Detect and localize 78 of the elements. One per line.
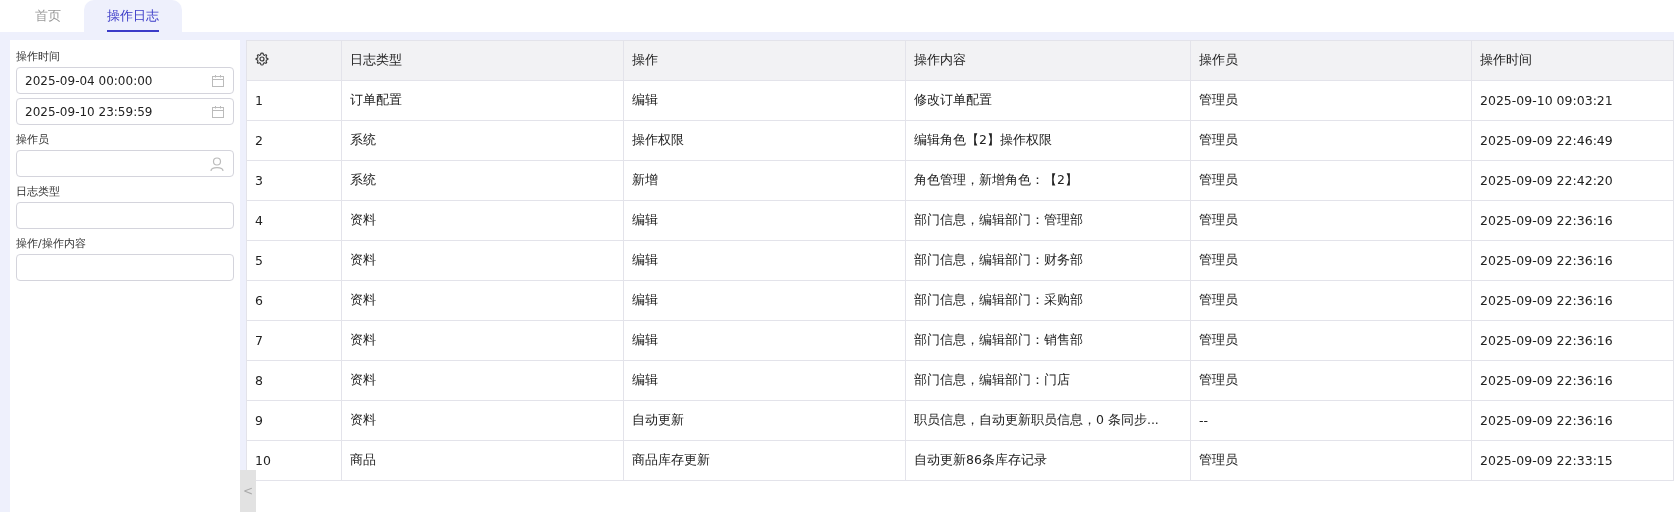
table-cell: 管理员 [1190, 240, 1472, 281]
table-cell: 管理员 [1190, 120, 1472, 161]
field-label: 操作时间 [16, 49, 61, 64]
table-cell: 编辑 [623, 240, 906, 281]
table-cell: 系统 [341, 120, 624, 161]
table-cell: 2025-09-09 22:36:16 [1471, 400, 1674, 441]
table-cell: 角色管理，新增角色：【2】 [905, 160, 1191, 201]
table-cell: 编辑 [623, 200, 906, 241]
input-field[interactable] [16, 202, 234, 229]
table-cell: -- [1190, 400, 1472, 441]
table-cell: 2025-09-09 22:33:15 [1471, 440, 1674, 481]
table-cell: 部门信息，编辑部门：管理部 [905, 200, 1191, 241]
table-cell: 商品库存更新 [623, 440, 906, 481]
table-cell: 职员信息，自动更新职员信息，0 条同步... [905, 400, 1191, 441]
table-cell: 编辑 [623, 320, 906, 361]
table-cell: 2025-09-09 22:46:49 [1471, 120, 1674, 161]
table-cell: 2 [246, 120, 342, 161]
table-cell: 管理员 [1190, 320, 1472, 361]
tab[interactable]: 操作日志 [84, 0, 182, 32]
table-cell: 自动更新86条库存记录 [905, 440, 1191, 481]
column-header: 操作 [623, 40, 906, 81]
table-cell: 8 [246, 360, 342, 401]
table-cell: 修改订单配置 [905, 80, 1191, 121]
table-cell: 资料 [341, 400, 624, 441]
table-cell: 2025-09-09 22:36:16 [1471, 320, 1674, 361]
table-cell: 系统 [341, 160, 624, 201]
table-cell: 部门信息，编辑部门：采购部 [905, 280, 1191, 321]
table-cell: 管理员 [1190, 160, 1472, 201]
table-cell: 编辑 [623, 80, 906, 121]
table-cell: 9 [246, 400, 342, 441]
table-cell: 编辑 [623, 280, 906, 321]
field-label: 操作/操作内容 [16, 236, 87, 251]
field-label: 日志类型 [16, 184, 61, 199]
field-label: 操作员 [16, 132, 50, 147]
date-field[interactable]: 2025-09-10 23:59:59 [16, 98, 234, 125]
table-cell: 资料 [341, 240, 624, 281]
table-cell: 编辑 [623, 360, 906, 401]
table-cell: 5 [246, 240, 342, 281]
table-cell: 部门信息，编辑部门：销售部 [905, 320, 1191, 361]
table-cell: 6 [246, 280, 342, 321]
table-cell: 2025-09-09 22:36:16 [1471, 200, 1674, 241]
table-cell: 2025-09-09 22:42:20 [1471, 160, 1674, 201]
table-cell: 7 [246, 320, 342, 361]
calendar-icon [211, 73, 225, 88]
calendar-icon [211, 104, 225, 119]
settings-icon[interactable] [255, 52, 269, 66]
table-cell: 管理员 [1190, 280, 1472, 321]
table-cell: 1 [246, 80, 342, 121]
table-cell: 2025-09-09 22:36:16 [1471, 360, 1674, 401]
table-cell: 管理员 [1190, 80, 1472, 121]
user-field[interactable] [16, 150, 234, 177]
table-cell: 新增 [623, 160, 906, 201]
input-field[interactable] [16, 254, 234, 281]
column-header: 操作内容 [905, 40, 1191, 81]
table-cell: 管理员 [1190, 360, 1472, 401]
table-cell: 管理员 [1190, 440, 1472, 481]
table-cell: 资料 [341, 280, 624, 321]
table-cell: 部门信息，编辑部门：财务部 [905, 240, 1191, 281]
table-cell: 编辑角色【2】操作权限 [905, 120, 1191, 161]
table-cell: 管理员 [1190, 200, 1472, 241]
table-cell: 4 [246, 200, 342, 241]
table-cell: 2025-09-10 09:03:21 [1471, 80, 1674, 121]
column-header: 操作员 [1190, 40, 1472, 81]
table-cell: 资料 [341, 200, 624, 241]
column-header: 日志类型 [341, 40, 624, 81]
table-cell: 2025-09-09 22:36:16 [1471, 240, 1674, 281]
table-cell: 操作权限 [623, 120, 906, 161]
column-header: 操作时间 [1471, 40, 1674, 81]
user-icon [209, 155, 225, 172]
date-field[interactable]: 2025-09-04 00:00:00 [16, 67, 234, 94]
table-cell: 资料 [341, 360, 624, 401]
table-cell: 自动更新 [623, 400, 906, 441]
table-cell: 订单配置 [341, 80, 624, 121]
table-cell: 部门信息，编辑部门：门店 [905, 360, 1191, 401]
table-cell: 资料 [341, 320, 624, 361]
table-cell: 商品 [341, 440, 624, 481]
table-cell: 2025-09-09 22:36:16 [1471, 280, 1674, 321]
table-cell: 3 [246, 160, 342, 201]
